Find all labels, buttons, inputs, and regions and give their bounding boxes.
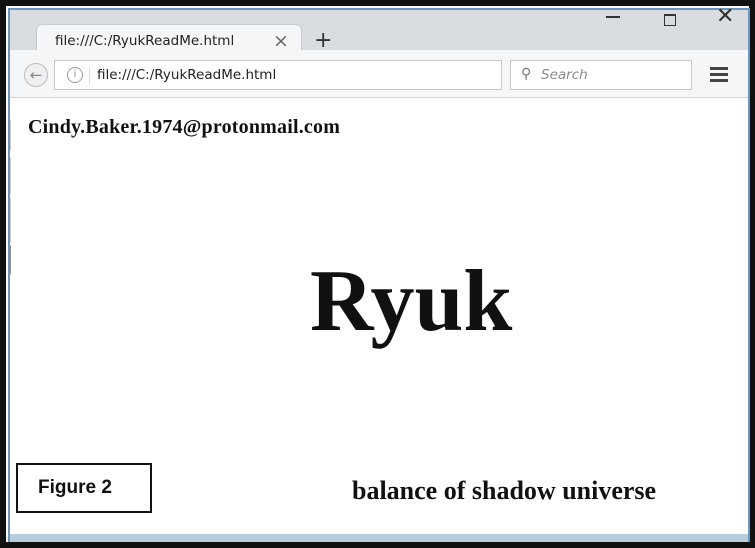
- maximize-icon[interactable]: [664, 14, 676, 26]
- search-icon: ⚲: [521, 66, 532, 82]
- back-arrow-icon[interactable]: ←: [24, 63, 48, 87]
- address-bar[interactable]: i file:///C:/RyukReadMe.html ↻: [54, 60, 535, 90]
- page-heading: Ryuk: [310, 253, 513, 350]
- page-tagline: balance of shadow universe: [352, 476, 657, 505]
- figure-label: Figure 2: [38, 477, 112, 498]
- navigation-toolbar: ← i file:///C:/RyukReadMe.html ↻ ⚲ Searc…: [10, 50, 748, 98]
- ransom-contact-email: Cindy.Baker.1974@protonmail.com: [28, 116, 341, 138]
- tab-title: file:///C:/RyukReadMe.html: [55, 33, 235, 49]
- window-bottom-border: [10, 534, 748, 542]
- address-text[interactable]: file:///C:/RyukReadMe.html: [97, 67, 276, 83]
- close-window-icon[interactable]: ✕: [716, 4, 734, 29]
- address-separator: [89, 67, 90, 85]
- minimize-icon[interactable]: [606, 8, 620, 18]
- figure-caption-box: Figure 2: [16, 463, 152, 513]
- info-icon[interactable]: i: [67, 67, 83, 83]
- hamburger-menu-icon[interactable]: [710, 67, 728, 82]
- tab-close-icon[interactable]: ×: [273, 30, 289, 52]
- search-input[interactable]: ⚲ Search: [510, 60, 692, 90]
- tab-strip: file:///C:/RyukReadMe.html × + ✕: [10, 4, 748, 60]
- search-placeholder: Search: [541, 67, 588, 83]
